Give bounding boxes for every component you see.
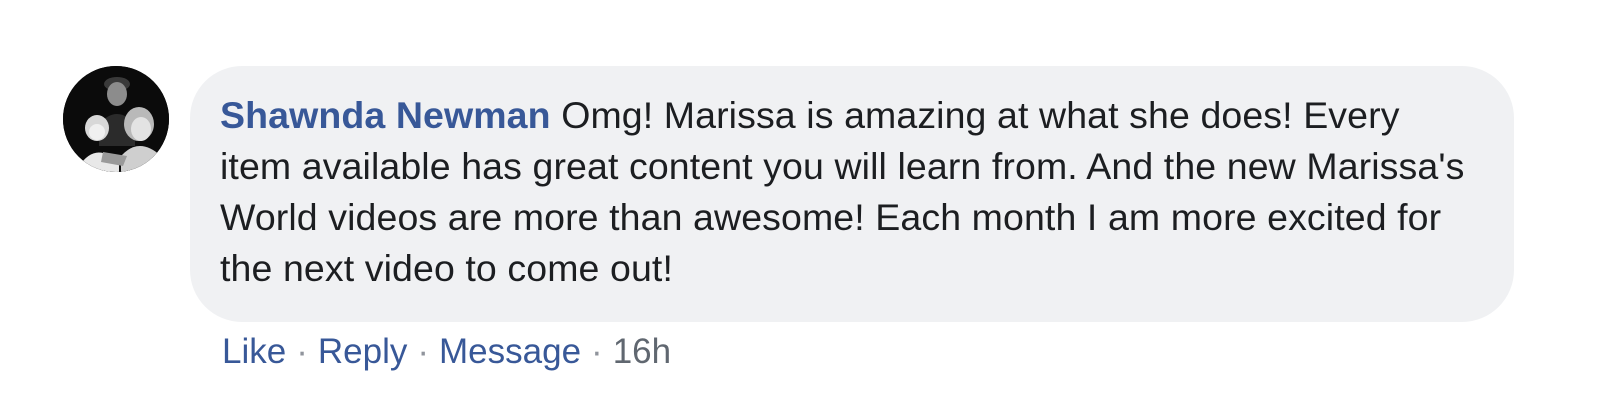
like-link[interactable]: Like xyxy=(222,332,286,371)
comment-timestamp[interactable]: 16h xyxy=(613,332,671,371)
action-separator: · xyxy=(417,332,430,371)
action-separator: · xyxy=(591,332,603,371)
action-separator: · xyxy=(296,332,308,371)
comment-author-link[interactable]: Shawnda Newman xyxy=(220,94,551,136)
comment-body: Shawnda Newman Omg! Marissa is amazing a… xyxy=(220,90,1474,294)
avatar[interactable] xyxy=(63,66,169,172)
message-link[interactable]: Message xyxy=(439,332,581,371)
comment-actions: Like · Reply · Message · 16h xyxy=(222,330,671,374)
reply-link[interactable]: Reply xyxy=(318,332,407,371)
comment-bubble: Shawnda Newman Omg! Marissa is amazing a… xyxy=(190,66,1514,322)
profile-photo-icon xyxy=(63,66,169,172)
